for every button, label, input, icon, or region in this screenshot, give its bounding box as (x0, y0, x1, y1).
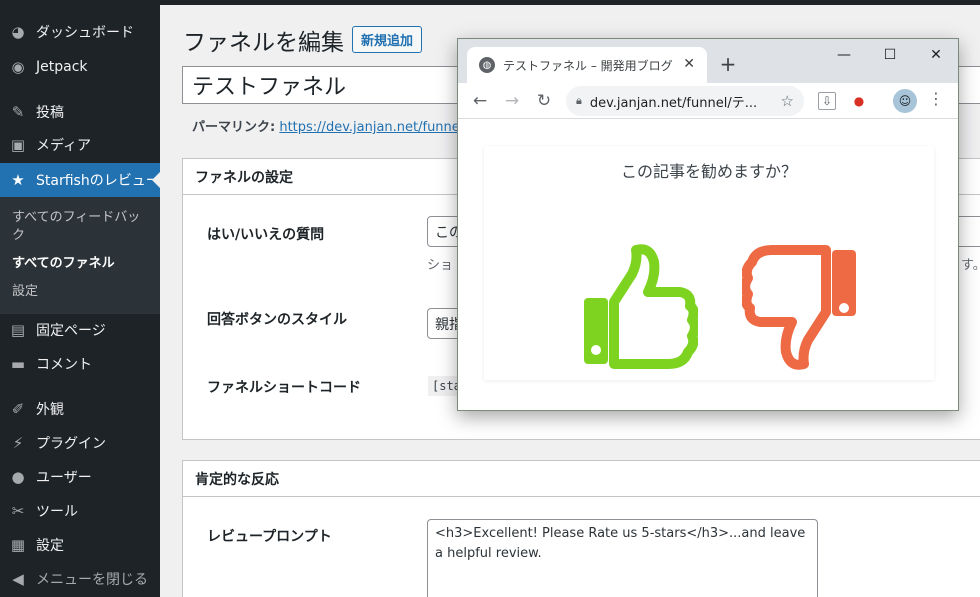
reload-button[interactable]: ↻ (531, 88, 557, 114)
thumbs-up-icon (584, 244, 698, 369)
thumbs-down-button[interactable] (742, 244, 860, 370)
record-extension-icon[interactable]: ● (850, 92, 868, 110)
page-title: ファネルを編集 (183, 30, 344, 56)
sidebar-item-jetpack[interactable]: ◉ Jetpack (0, 50, 160, 84)
download-extension-icon[interactable]: ⇩ (818, 92, 836, 110)
bookmark-star-icon[interactable]: ☆ (781, 92, 794, 110)
dashboard-icon: ◕ (11, 23, 25, 41)
url-path: /funnel/テ... (682, 95, 758, 111)
sidebar-item-label: 投稿 (36, 105, 64, 121)
minimize-button[interactable]: — (824, 43, 864, 67)
sidebar-item-appearance[interactable]: ✐ 外観 (0, 392, 160, 426)
user-icon: ● (11, 468, 25, 486)
tab-close-icon[interactable]: ✕ (683, 56, 695, 72)
funnel-card: この記事を勧めますか？ (484, 146, 934, 380)
sidebar-item-posts[interactable]: ✎ 投稿 (0, 95, 160, 129)
funnel-question: この記事を勧めますか？ (620, 162, 797, 181)
add-new-button[interactable]: 新規追加 (352, 26, 423, 53)
page-viewport: この記事を勧めますか？ (458, 120, 958, 410)
sidebar-item-label: Starfishのレビュー (36, 173, 160, 189)
comment-icon: ▬ (10, 355, 26, 373)
maximize-button[interactable]: ☐ (870, 43, 910, 67)
sidebar-item-label: コメント (36, 357, 92, 373)
sidebar-item-label: Jetpack (36, 59, 88, 75)
question-description: ショ (427, 258, 454, 273)
review-prompt-textarea[interactable]: <h3>Excellent! Please Rate us 5-stars</h… (427, 519, 818, 597)
sidebar-item-starfish-reviews[interactable]: ★ Starfishのレビュー (0, 163, 160, 197)
sidebar-item-label: 設定 (36, 538, 64, 554)
submenu-item-all-funnels[interactable]: すべてのファネル (12, 255, 152, 273)
sidebar-item-label: ツール (36, 504, 78, 520)
browser-window: ◍ テストファネル – 開発用ブログ ✕ + — ☐ ✕ ← → ↻ 🔒︎ de… (457, 38, 959, 411)
review-prompt-label: レビュープロンプト (207, 529, 332, 545)
browser-tab[interactable]: ◍ テストファネル – 開発用ブログ ✕ (467, 47, 707, 83)
sidebar-item-pages[interactable]: ▤ 固定ページ (0, 313, 160, 347)
permalink: パーマリンク: https://dev.janjan.net/funnel/テ (192, 116, 481, 135)
browser-toolbar: ← → ↻ 🔒︎ dev.janjan.net/funnel/テ... ☆ ⇩ … (458, 83, 958, 119)
sidebar-item-label: 外観 (36, 402, 64, 418)
sidebar-item-dashboard[interactable]: ◕ ダッシュボード (0, 15, 160, 49)
address-bar[interactable]: 🔒︎ dev.janjan.net/funnel/テ... ☆ (566, 86, 804, 116)
sidebar-item-label: 固定ページ (36, 323, 106, 339)
yes-no-question-label: はい/いいえの質問 (207, 227, 325, 243)
sidebar-item-tools[interactable]: ✂ ツール (0, 494, 160, 528)
star-icon: ★ (11, 171, 25, 189)
tab-strip: ◍ テストファネル – 開発用ブログ ✕ + — ☐ ✕ (458, 39, 958, 83)
jetpack-icon: ◉ (11, 58, 25, 76)
media-icon: ▣ (10, 136, 26, 154)
starfish-submenu: すべてのフィードバック すべてのファネル 設定 (0, 197, 160, 314)
permalink-label: パーマリンク: (192, 120, 276, 135)
lock-icon: 🔒︎ (576, 94, 582, 107)
sidebar-item-comments[interactable]: ▬ コメント (0, 347, 160, 381)
settings-icon: ▦ (10, 536, 26, 554)
collapse-icon: ◀ (12, 570, 24, 588)
profile-avatar[interactable]: ☺ (893, 89, 917, 113)
button-style-label: 回答ボタンのスタイル (207, 312, 347, 328)
sidebar-item-label: プラグイン (36, 436, 106, 452)
sidebar-item-users[interactable]: ● ユーザー (0, 460, 160, 494)
permalink-link[interactable]: https://dev.janjan.net/funnel/テ (279, 120, 480, 135)
sidebar-item-media[interactable]: ▣ メディア (0, 128, 160, 162)
thumbs-up-button[interactable] (580, 244, 698, 370)
forward-button[interactable]: → (499, 88, 525, 114)
positive-response-heading: 肯定的な反応 (183, 461, 980, 497)
brush-icon: ✐ (11, 400, 25, 418)
thumbs-down-icon (742, 245, 856, 370)
plugin-icon: ⚡ (12, 434, 24, 452)
browser-menu-icon[interactable]: ⋮ (928, 89, 944, 108)
submenu-item-settings[interactable]: 設定 (12, 283, 152, 301)
pin-icon: ✎ (11, 103, 25, 121)
globe-icon: ◍ (479, 57, 495, 73)
tab-title: テストファネル – 開発用ブログ (503, 58, 673, 73)
sidebar-item-plugins[interactable]: ⚡ プラグイン (0, 426, 160, 460)
admin-sidebar: ◕ ダッシュボード ◉ Jetpack ✎ 投稿 ▣ メディア ★ Starfi… (0, 0, 160, 597)
sidebar-item-label: ダッシュボード (36, 25, 134, 41)
new-tab-button[interactable]: + (716, 52, 740, 76)
url-host: dev.janjan.net (589, 95, 683, 111)
question-description-tail: す。 (961, 258, 980, 273)
sidebar-item-label: メニューを閉じる (36, 572, 148, 588)
wrench-icon: ✂ (11, 502, 25, 520)
address-url: dev.janjan.net/funnel/テ... (590, 92, 760, 111)
collapse-menu-button[interactable]: ◀ メニューを閉じる (0, 562, 160, 596)
sidebar-item-settings[interactable]: ▦ 設定 (0, 528, 160, 562)
back-button[interactable]: ← (467, 88, 493, 114)
page-icon: ▤ (10, 321, 26, 339)
submenu-item-all-feedback[interactable]: すべてのフィードバック (12, 209, 152, 245)
sidebar-item-label: ユーザー (36, 470, 92, 486)
shortcode-label: ファネルショートコード (207, 380, 361, 396)
close-window-button[interactable]: ✕ (916, 43, 956, 67)
sidebar-item-label: メディア (36, 138, 92, 154)
